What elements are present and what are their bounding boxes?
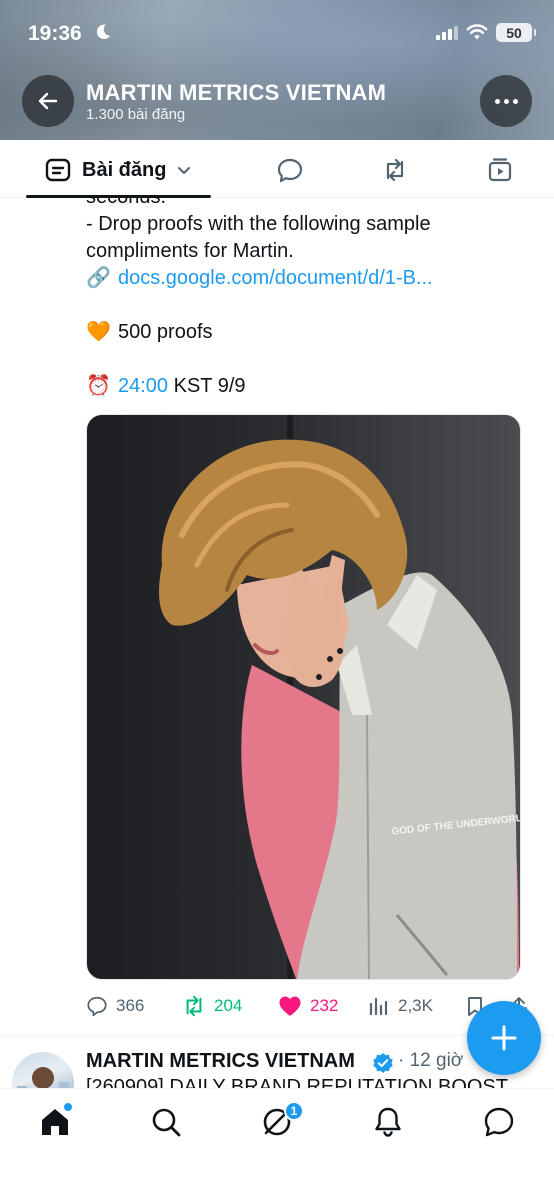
tweet-link-line: 🔗 docs.google.com/document/d/1-B... (86, 265, 526, 292)
timeline: seconds. - Drop proofs with the followin… (0, 198, 554, 1088)
deadline-time-link[interactable]: 24:00 (118, 375, 168, 397)
profile-post-count: 1.300 bài đăng (86, 106, 186, 123)
reply-button[interactable]: 366 (86, 995, 182, 1017)
replies-tab-icon[interactable] (276, 156, 304, 184)
tweet-line: - Drop proofs with the following sample (86, 213, 431, 235)
media-tab-icon[interactable] (486, 156, 514, 184)
battery-indicator: 50 (496, 23, 536, 42)
profile-nav-row: MARTIN METRICS VIETNAM 1.300 bài đăng (0, 72, 554, 132)
plus-icon (491, 1025, 517, 1051)
dot-icon (503, 98, 509, 104)
search-icon[interactable] (149, 1105, 183, 1139)
tweet-deadline-line: ⏰ 24:00 KST 9/9 (86, 373, 526, 400)
heart-icon (279, 996, 301, 1016)
home-notification-dot (64, 1103, 72, 1111)
reply-count: 366 (116, 996, 145, 1015)
avatar[interactable] (12, 1052, 74, 1088)
next-post-author[interactable]: MARTIN METRICS VIETNAM (86, 1050, 355, 1073)
grok-badge: 1 (284, 1101, 304, 1121)
status-time: 19:36 (28, 22, 82, 45)
profile-header: 19:36 50 MARTIN METRICS VIETNAM 1.300 bà… (0, 0, 554, 140)
more-options-button[interactable] (480, 75, 532, 127)
moon-icon (96, 24, 111, 40)
posts-tab-icon (45, 158, 71, 182)
orange-heart-emoji-icon: 🧡 (86, 321, 111, 343)
tab-posts-label: Bài đăng (82, 158, 167, 181)
retweet-button[interactable]: 204 (182, 995, 278, 1017)
bell-icon[interactable] (371, 1105, 405, 1139)
deadline-rest: KST 9/9 (168, 375, 246, 397)
profile-tabs: Bài đăng (0, 140, 554, 198)
proofs-text: 500 proofs (118, 321, 213, 343)
verified-badge-icon (373, 1053, 393, 1073)
retweet-icon (186, 995, 202, 1017)
tweet-photo[interactable]: GOD OF THE UNDERWORLD (86, 414, 521, 980)
chevron-down-icon (178, 167, 191, 174)
retweet-count: 204 (214, 996, 243, 1015)
alarm-clock-emoji-icon: ⏰ (86, 375, 111, 397)
views-button[interactable]: 2,3K (368, 995, 464, 1017)
view-count: 2,3K (398, 996, 433, 1015)
reposts-tab-icon[interactable] (381, 156, 409, 184)
avatar-illustration (17, 1067, 69, 1088)
arrow-left-icon (38, 92, 58, 110)
link-emoji-icon: 🔗 (86, 267, 111, 289)
cellular-signal-icon (436, 26, 458, 40)
wifi-icon (466, 24, 488, 40)
tweet-body: seconds. - Drop proofs with the followin… (86, 198, 526, 400)
analytics-icon (369, 997, 388, 1016)
dot-icon (512, 98, 518, 104)
reply-icon (87, 996, 107, 1017)
tweet-doc-link[interactable]: docs.google.com/document/d/1-B... (118, 267, 433, 289)
person-photo-illustration: GOD OF THE UNDERWORLD (159, 415, 520, 979)
profile-name: MARTIN METRICS VIETNAM (86, 80, 387, 105)
back-button[interactable] (22, 75, 74, 127)
tab-posts[interactable]: Bài đăng (44, 156, 192, 184)
like-button[interactable]: 232 (278, 995, 368, 1017)
messages-icon[interactable] (482, 1105, 516, 1139)
tweet-line: compliments for Martin. (86, 240, 294, 262)
next-post-text: [260909] DAILY BRAND REPUTATION BOOST (86, 1076, 508, 1088)
like-count: 232 (310, 996, 339, 1015)
dot-icon (494, 98, 500, 104)
bottom-navigation: 1 (0, 1088, 554, 1199)
tweet-line: seconds. (86, 198, 526, 211)
status-bar: 19:36 50 (0, 0, 554, 66)
next-post-time: · 12 giờ (398, 1050, 464, 1071)
compose-post-button[interactable] (467, 1001, 541, 1075)
active-tab-indicator (26, 195, 211, 198)
tweet-proofs-line: 🧡 500 proofs (86, 319, 526, 346)
